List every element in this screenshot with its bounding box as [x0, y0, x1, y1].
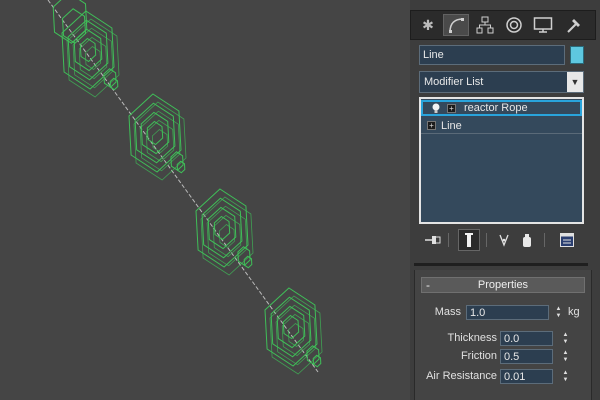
- spinner-down-icon[interactable]: ▼: [563, 357, 569, 364]
- chevron-down-icon[interactable]: ▼: [567, 72, 583, 92]
- stack-item-reactor-rope[interactable]: + reactor Rope: [421, 100, 582, 116]
- display-tab[interactable]: [530, 14, 556, 36]
- remove-modifier-icon: [523, 234, 531, 247]
- spinner-up-icon[interactable]: ▲: [556, 306, 562, 313]
- expand-plus-icon[interactable]: +: [447, 103, 456, 113]
- spinner-down-icon[interactable]: ▼: [563, 339, 569, 346]
- show-end-result-icon: [465, 233, 473, 247]
- stack-item-label: reactor Rope: [464, 102, 528, 114]
- air-resistance-label: Air Resistance: [426, 370, 497, 382]
- configure-modifier-sets-button[interactable]: [556, 229, 578, 251]
- modifier-list-label: Modifier List: [424, 76, 484, 88]
- rope-center-line: [47, 0, 319, 373]
- mass-spinner[interactable]: ▲ ▼: [554, 305, 563, 320]
- rope-links: [47, 0, 323, 375]
- mass-label: Mass: [434, 306, 461, 318]
- friction-spinner[interactable]: ▲ ▼: [561, 349, 570, 364]
- panel-divider: [414, 263, 588, 266]
- create-tab[interactable]: ✱: [415, 14, 441, 36]
- spinner-up-icon[interactable]: ▲: [563, 350, 569, 357]
- hierarchy-icon: [476, 16, 494, 34]
- pin-stack-icon: [425, 236, 441, 244]
- sun-star-icon: ✱: [422, 16, 434, 33]
- toolbar-separator: [544, 233, 545, 247]
- thickness-spinner[interactable]: ▲ ▼: [561, 331, 570, 346]
- monitor-icon: [533, 17, 553, 33]
- spinner-up-icon[interactable]: ▲: [563, 370, 569, 377]
- remove-modifier-button[interactable]: [516, 229, 538, 251]
- mass-unit: kg: [568, 306, 580, 318]
- object-name-field[interactable]: [419, 45, 565, 65]
- modifier-stack-toolbar: [418, 229, 588, 251]
- utilities-tab[interactable]: [561, 14, 587, 36]
- command-panel-tabs: ✱: [410, 10, 596, 40]
- object-color-swatch[interactable]: [570, 46, 584, 64]
- properties-rollout-title: Properties: [477, 279, 529, 291]
- hierarchy-tab[interactable]: [472, 14, 498, 36]
- air-resistance-spinner[interactable]: ▲ ▼: [561, 369, 570, 384]
- air-resistance-field[interactable]: [500, 369, 553, 384]
- toolbar-separator: [486, 233, 487, 247]
- friction-field[interactable]: [500, 349, 553, 364]
- spinner-down-icon[interactable]: ▼: [563, 377, 569, 384]
- mass-field[interactable]: [466, 305, 549, 320]
- properties-rollout-header[interactable]: - Properties: [421, 277, 585, 293]
- stack-item-line[interactable]: + Line: [421, 118, 582, 134]
- viewport[interactable]: [0, 0, 410, 400]
- configure-modifier-sets-icon: [560, 233, 574, 247]
- make-unique-button[interactable]: [496, 229, 518, 251]
- command-panel: ✱ Modifier List ▼ + reactor Rope +: [410, 0, 600, 400]
- spinner-up-icon[interactable]: ▲: [563, 332, 569, 339]
- expand-plus-icon[interactable]: +: [427, 121, 436, 130]
- make-unique-icon: [499, 234, 509, 247]
- modifier-stack[interactable]: + reactor Rope + Line: [419, 97, 584, 224]
- rope-wireframe[interactable]: [0, 0, 410, 400]
- hammer-icon: [567, 19, 580, 33]
- modifier-list-dropdown[interactable]: Modifier List ▼: [419, 71, 584, 93]
- pin-stack-button[interactable]: [422, 229, 444, 251]
- spinner-down-icon[interactable]: ▼: [556, 313, 562, 320]
- modify-tab[interactable]: [443, 14, 469, 36]
- thickness-label: Thickness: [447, 332, 497, 344]
- show-end-result-button[interactable]: [458, 229, 480, 251]
- bend-curve-icon: [449, 18, 464, 33]
- toolbar-separator: [448, 233, 449, 247]
- motion-circle-icon: [506, 17, 522, 33]
- motion-tab[interactable]: [501, 14, 527, 36]
- friction-label: Friction: [460, 350, 497, 362]
- thickness-field[interactable]: [500, 331, 553, 346]
- light-bulb-icon[interactable]: [430, 102, 442, 114]
- properties-rollout: - Properties Mass ▲▼ kg Thickness ▲▼ Fri…: [414, 270, 592, 400]
- stack-item-label: Line: [441, 119, 462, 132]
